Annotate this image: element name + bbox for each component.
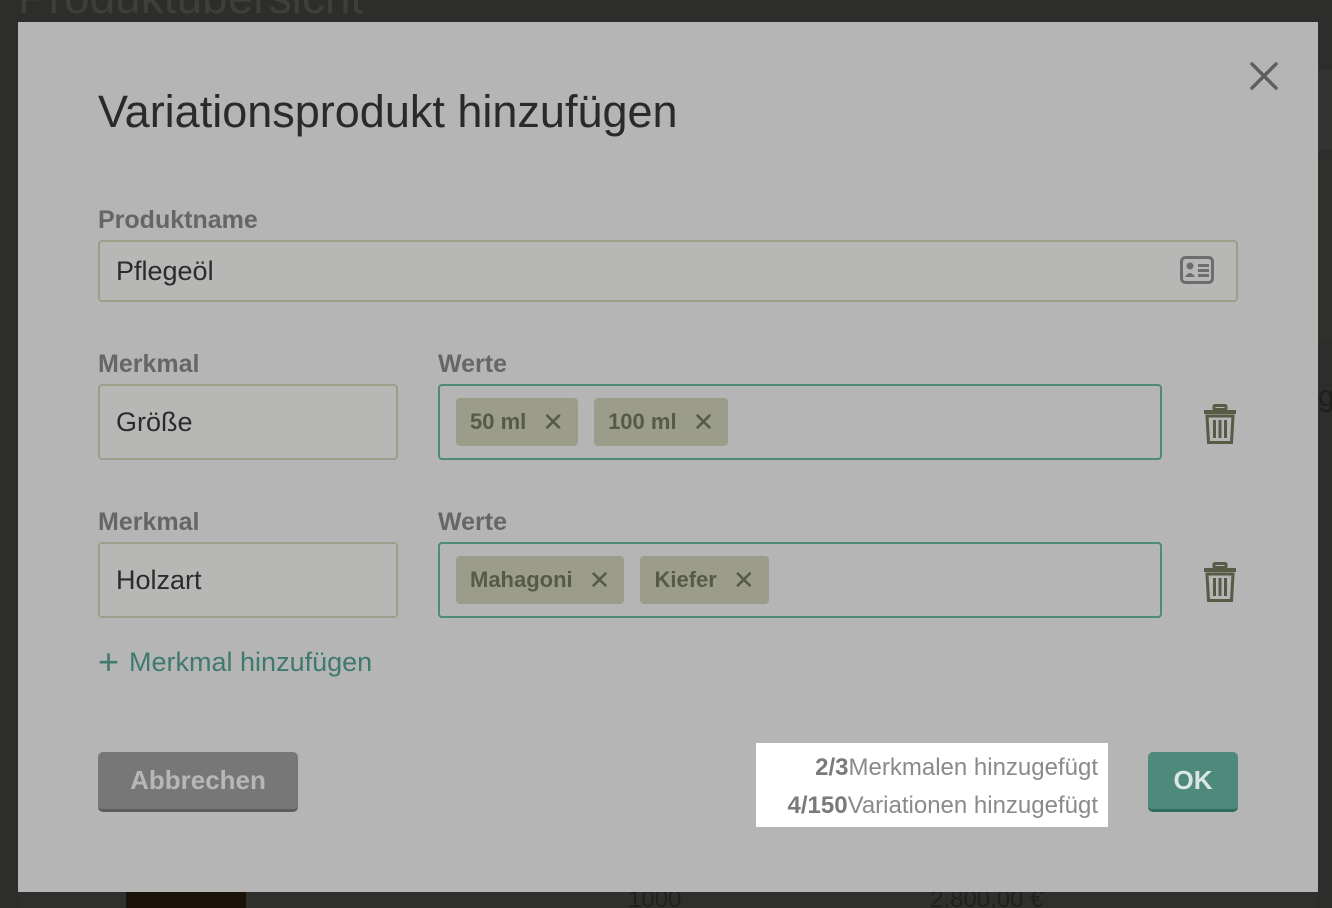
attribute-name-value: Holzart: [116, 564, 202, 595]
value-tag: 50 ml ✕: [456, 398, 579, 446]
variations-counter-text: Variationen hinzugefügt: [847, 792, 1098, 819]
values-label: Werte: [438, 508, 508, 536]
attributes-count: 2/3: [815, 754, 849, 781]
variations-count: 4/150: [787, 792, 848, 819]
remove-tag-icon[interactable]: ✕: [589, 567, 611, 593]
value-tag-label: Mahagoni: [470, 567, 573, 592]
attribute-label: Merkmal: [98, 350, 200, 378]
value-tag-label: Kiefer: [654, 567, 717, 592]
background-product-thumbnail: [126, 892, 246, 908]
attribute-values-input[interactable]: 50 ml ✕ 100 ml ✕: [438, 384, 1162, 460]
product-name-input[interactable]: Pflegeöl: [98, 240, 1238, 302]
trash-icon[interactable]: [1203, 404, 1237, 444]
contact-card-icon[interactable]: [1180, 256, 1214, 284]
background-text-fragment: g: [1318, 380, 1332, 413]
attributes-counter: 2/3Merkmalen hinzugefügt: [815, 749, 1098, 787]
background-stock-cell: 1000: [628, 892, 682, 908]
close-button[interactable]: [1246, 58, 1282, 94]
background-row: [1318, 70, 1332, 150]
product-name-value: Pflegeöl: [116, 255, 214, 286]
attribute-name-input[interactable]: Holzart: [98, 542, 398, 618]
attribute-label: Merkmal: [98, 508, 200, 536]
value-tag: Kiefer ✕: [640, 556, 769, 604]
value-tag-label: 100 ml: [608, 409, 677, 434]
background-page-title: Produktübersicht: [18, 0, 363, 24]
value-tag: 100 ml ✕: [594, 398, 729, 446]
add-attribute-label: Merkmal hinzufügen: [129, 646, 373, 677]
product-name-label: Produktname: [98, 206, 258, 234]
values-label: Werte: [438, 350, 508, 378]
trash-icon[interactable]: [1203, 562, 1237, 602]
value-tag-label: 50 ml: [470, 409, 527, 434]
attribute-values-input[interactable]: Mahagoni ✕ Kiefer ✕: [438, 542, 1162, 618]
remove-tag-icon[interactable]: ✕: [693, 409, 715, 435]
background-price-cell: 2.800,00 €: [930, 892, 1044, 908]
attribute-name-input[interactable]: Größe: [98, 384, 398, 460]
ok-button[interactable]: OK: [1148, 752, 1238, 812]
dialog-title: Variationsprodukt hinzufügen: [98, 86, 678, 137]
cancel-button[interactable]: Abbrechen: [98, 752, 298, 812]
variations-counter: 4/150Variationen hinzugefügt: [788, 787, 1098, 825]
add-attribute-link[interactable]: + Merkmal hinzufügen: [98, 640, 372, 684]
add-variation-product-dialog: Variationsprodukt hinzufügen Produktname…: [18, 22, 1318, 892]
attribute-name-value: Größe: [116, 406, 193, 437]
remove-tag-icon[interactable]: ✕: [733, 567, 755, 593]
plus-icon: +: [98, 641, 120, 682]
value-tag: Mahagoni ✕: [456, 556, 625, 604]
attributes-counter-text: Merkmalen hinzugefügt: [848, 754, 1098, 781]
variation-counter: 2/3Merkmalen hinzugefügt 4/150Variatione…: [756, 743, 1108, 827]
remove-tag-icon[interactable]: ✕: [542, 409, 564, 435]
background-table-row: 1000 2.800,00 €: [18, 892, 1318, 908]
close-icon: [1250, 62, 1278, 90]
background-row: [1318, 160, 1332, 340]
